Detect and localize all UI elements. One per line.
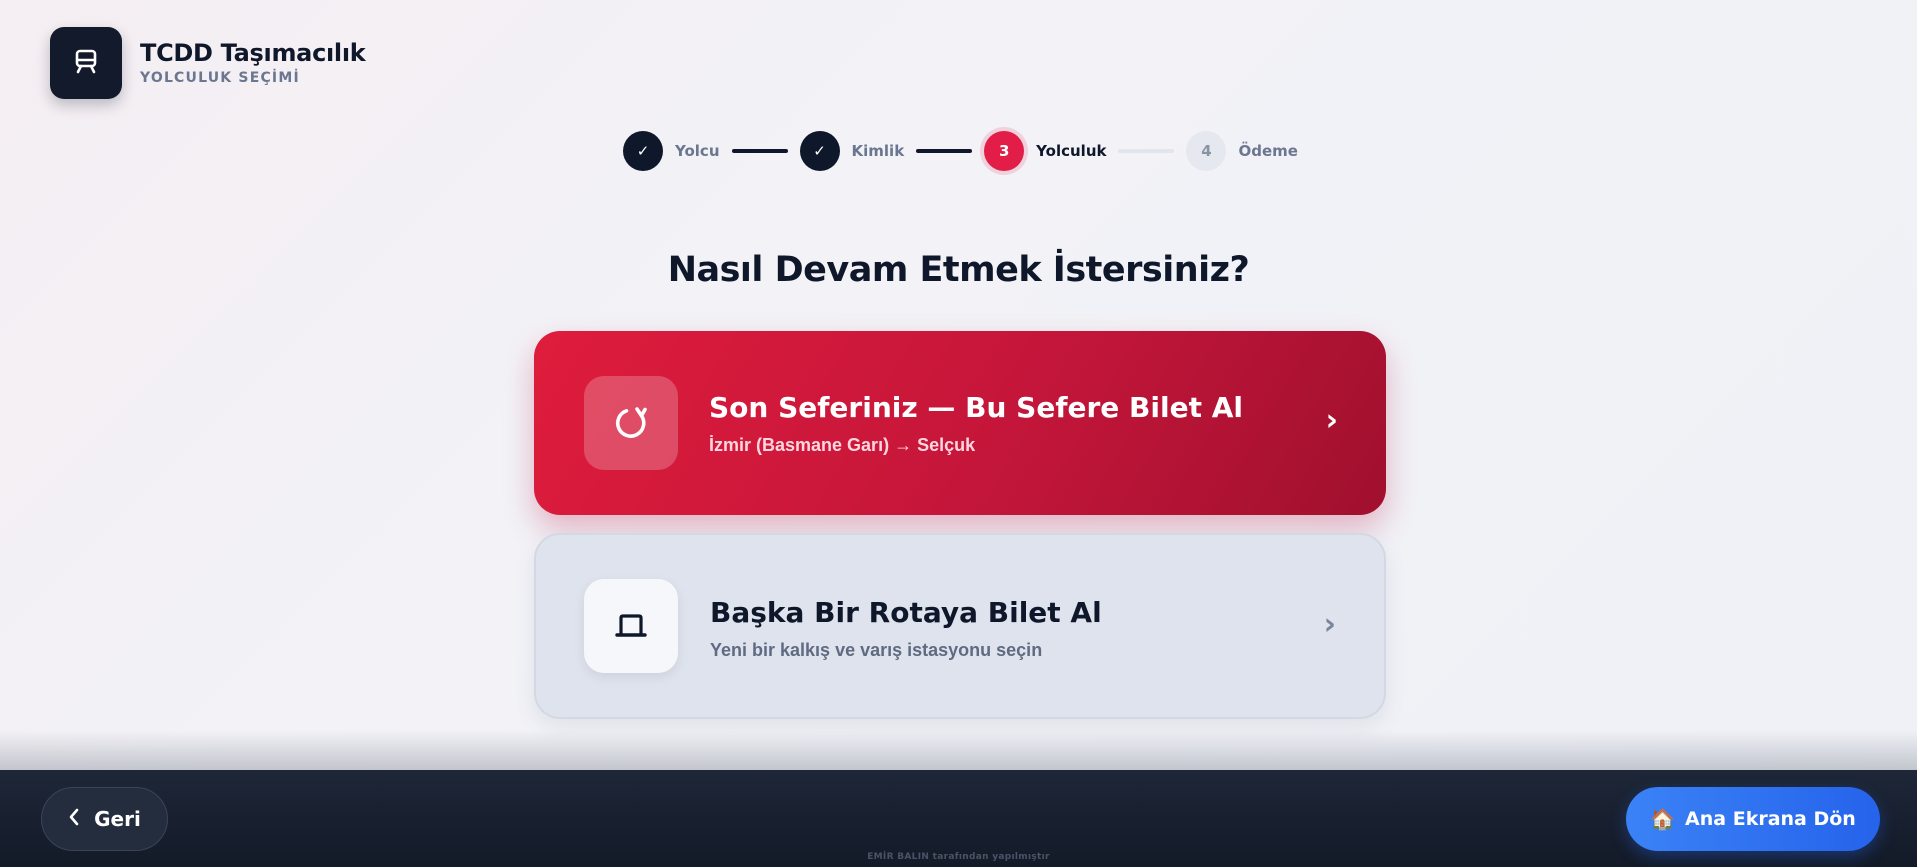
back-button-label: Geri bbox=[94, 807, 141, 831]
credit-text: EMİR BALIN tarafından yapılmıştır bbox=[867, 852, 1050, 862]
train-icon bbox=[584, 579, 678, 673]
option-description: Yeni bir kalkış ve varış istasyonu seçin bbox=[710, 640, 1043, 660]
footer-bar: Geri 🏠 Ana Ekrana Dön EMİR BALIN tarafın… bbox=[0, 770, 1917, 867]
progress-stepper: ✓ Yolcu ✓ Kimlik 3 Yolculuk 4 Ödeme bbox=[623, 131, 1298, 171]
step-yolcu: ✓ Yolcu bbox=[623, 131, 720, 171]
step-number: 4 bbox=[1186, 131, 1227, 171]
logo bbox=[50, 27, 122, 99]
step-odeme: 4 Ödeme bbox=[1186, 131, 1298, 171]
step-connector bbox=[1118, 149, 1175, 153]
back-button[interactable]: Geri bbox=[41, 787, 168, 851]
new-route-option[interactable]: Başka Bir Rotaya Bilet Al Yeni bir kalkı… bbox=[534, 533, 1386, 719]
page-subtitle: YOLCULUK SEÇİMİ bbox=[140, 70, 300, 86]
step-number: 3 bbox=[984, 131, 1025, 171]
house-icon: 🏠 bbox=[1650, 808, 1676, 831]
chevron-left-icon bbox=[68, 808, 80, 831]
brand-title: TCDD Taşımacılık bbox=[140, 39, 366, 67]
step-label: Ödeme bbox=[1238, 142, 1298, 160]
refresh-icon bbox=[584, 376, 678, 470]
page-title: Nasıl Devam Etmek İstersiniz? bbox=[667, 250, 1250, 290]
step-label: Kimlik bbox=[851, 142, 905, 160]
step-yolculuk: 3 Yolculuk bbox=[984, 131, 1106, 171]
repeat-last-trip-option[interactable]: Son Seferiniz — Bu Sefere Bilet Al İzmir… bbox=[534, 331, 1386, 515]
step-label: Yolcu bbox=[675, 142, 720, 160]
step-complete-check-icon: ✓ bbox=[799, 131, 840, 171]
step-complete-check-icon: ✓ bbox=[623, 131, 663, 171]
step-label: Yolculuk bbox=[1036, 142, 1107, 160]
option-title: Başka Bir Rotaya Bilet Al bbox=[710, 596, 1102, 629]
footer-shadow bbox=[0, 730, 1917, 770]
step-kimlik: ✓ Kimlik bbox=[799, 131, 905, 171]
step-connector bbox=[731, 149, 788, 153]
train-icon bbox=[71, 46, 101, 81]
home-button-label: Ana Ekrana Dön bbox=[1685, 808, 1856, 830]
chevron-right-icon: › bbox=[1323, 607, 1336, 642]
home-button[interactable]: 🏠 Ana Ekrana Dön bbox=[1626, 787, 1880, 851]
chevron-right-icon: › bbox=[1325, 403, 1338, 438]
option-route: İzmir (Basmane Garı) → Selçuk bbox=[709, 435, 976, 455]
option-title: Son Seferiniz — Bu Sefere Bilet Al bbox=[709, 391, 1243, 424]
step-connector bbox=[916, 149, 973, 153]
